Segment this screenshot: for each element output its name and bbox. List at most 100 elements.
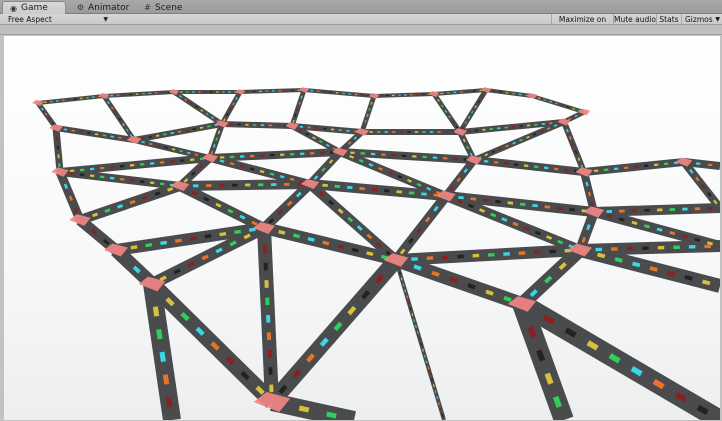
lane-dash xyxy=(495,199,501,204)
lane-dash xyxy=(139,180,145,183)
lane-dash xyxy=(300,95,303,99)
lane-dash xyxy=(482,198,489,202)
lane-dash xyxy=(364,119,367,123)
lane-dash xyxy=(439,407,442,411)
lane-dash xyxy=(407,178,412,183)
scene-grid-icon: # xyxy=(144,3,151,12)
lane-dash xyxy=(219,231,227,237)
lane-dash xyxy=(148,135,153,139)
lane-dash xyxy=(368,162,374,167)
lane-dash xyxy=(104,208,111,213)
lane-dash xyxy=(523,226,530,231)
lane-dash xyxy=(560,104,564,107)
lane-dash xyxy=(512,221,519,227)
tab-scene[interactable]: # Scene xyxy=(137,1,189,14)
lane-dash xyxy=(68,195,74,201)
lane-dash xyxy=(568,135,572,140)
lane-dash xyxy=(552,395,562,408)
lane-dash xyxy=(159,351,166,362)
lane-dash xyxy=(189,236,197,241)
lane-dash xyxy=(553,124,558,127)
chevron-down-icon: ▼ xyxy=(103,16,108,23)
lane-dash xyxy=(398,271,401,275)
lane-dash xyxy=(269,172,275,176)
lane-dash xyxy=(414,325,417,328)
lane-dash xyxy=(73,207,79,213)
game-window: ◉ Game ⚙ Animator # Scene Free Aspect ▼ … xyxy=(0,0,722,421)
lane-dash xyxy=(409,307,412,311)
lane-dash xyxy=(413,264,422,271)
lane-dash xyxy=(586,224,591,231)
lane-dash xyxy=(109,176,115,180)
lane-dash xyxy=(501,217,508,222)
lane-dash xyxy=(154,191,161,196)
lane-dash xyxy=(229,162,235,166)
lane-dash xyxy=(289,177,295,181)
aspect-label: Free Aspect xyxy=(8,15,52,24)
lane-dash xyxy=(449,277,458,284)
lane-dash xyxy=(597,252,606,259)
lane-dash xyxy=(413,319,416,323)
tab-animator[interactable]: ⚙ Animator xyxy=(70,1,136,14)
lane-dash xyxy=(681,234,688,239)
lane-dash xyxy=(145,242,153,248)
lane-dash xyxy=(587,191,592,197)
lane-dash xyxy=(526,135,530,139)
lane-dash xyxy=(177,130,182,133)
lane-dash xyxy=(503,295,512,303)
lane-dash xyxy=(490,212,497,218)
lane-dash xyxy=(294,113,297,117)
lane-dash xyxy=(554,102,558,105)
gizmos-dropdown[interactable]: Gizmos ▼ xyxy=(681,14,722,25)
tab-strip: ◉ Game ⚙ Animator # Scene xyxy=(0,0,722,14)
lane-dash xyxy=(590,201,594,207)
lane-dash xyxy=(436,396,439,400)
lane-dash xyxy=(707,241,713,246)
lane-dash xyxy=(162,374,170,385)
game-viewport[interactable] xyxy=(4,36,720,420)
lane-dash xyxy=(422,348,425,352)
lane-dash xyxy=(669,231,676,236)
lane-dash xyxy=(429,372,432,376)
lane-dash xyxy=(351,247,359,253)
lane-dash xyxy=(536,349,546,362)
mute-audio-toggle[interactable]: Mute audio xyxy=(613,14,656,25)
lane-dash xyxy=(478,208,486,213)
maximize-on-play-toggle[interactable]: Maximize on Play xyxy=(551,14,613,35)
gizmos-label: Gizmos xyxy=(685,15,713,24)
lane-dash xyxy=(248,227,256,232)
lane-dash xyxy=(322,240,330,246)
tab-game-label: Game xyxy=(21,3,48,13)
lane-dash xyxy=(130,245,138,250)
lane-dash xyxy=(149,181,155,185)
lane-dash xyxy=(212,144,216,148)
lane-dash xyxy=(585,181,589,187)
lane-dash xyxy=(215,137,218,141)
lane-dash xyxy=(644,224,650,229)
lane-dash xyxy=(79,173,85,176)
lane-dash xyxy=(142,195,149,201)
stats-toggle[interactable]: Stats xyxy=(656,14,681,25)
lane-dash xyxy=(545,235,553,240)
lane-dash xyxy=(423,354,426,358)
chevron-down-icon: ▼ xyxy=(715,16,720,23)
animator-icon: ⚙ xyxy=(76,3,85,12)
lane-dash xyxy=(458,195,464,200)
lane-dash xyxy=(307,237,315,242)
lane-dash xyxy=(614,257,623,263)
lane-dash xyxy=(69,172,75,175)
lane-dash xyxy=(141,140,145,144)
lane-dash xyxy=(402,283,405,287)
lane-dash xyxy=(434,390,437,394)
lane-dash xyxy=(370,101,373,105)
lane-dash xyxy=(141,137,145,140)
lane-dash xyxy=(557,239,564,245)
tab-game[interactable]: ◉ Game xyxy=(2,1,66,14)
lane-dash xyxy=(160,240,168,246)
lane-dash xyxy=(174,238,182,243)
lane-dash xyxy=(298,405,310,413)
aspect-dropdown[interactable]: Free Aspect ▼ xyxy=(4,14,110,25)
lane-dash xyxy=(63,183,69,189)
lane-dash xyxy=(519,138,523,142)
lane-dash xyxy=(425,360,428,364)
